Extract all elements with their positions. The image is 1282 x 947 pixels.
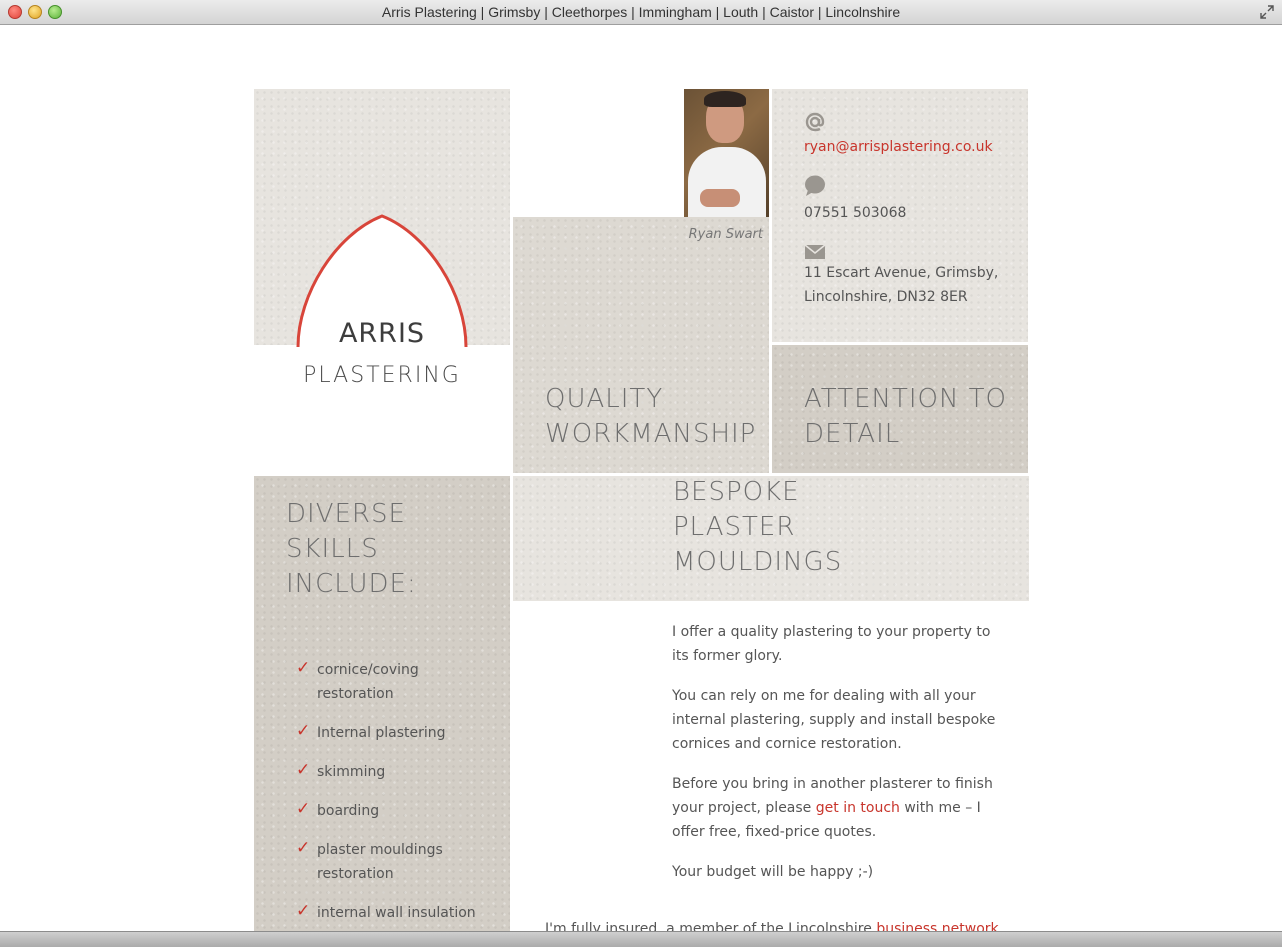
- skill-label: Internal plastering: [317, 725, 446, 741]
- bespoke-heading: BESPOKE PLASTER MOULDINGS: [673, 475, 973, 580]
- check-icon: ✓: [296, 838, 311, 858]
- check-icon: ✓: [296, 721, 311, 741]
- list-item: ✓ plaster mouldings restoration: [296, 838, 496, 886]
- list-item: ✓ internal wall insulation: [296, 901, 496, 925]
- bespoke-heading-line1: BESPOKE: [673, 477, 800, 507]
- intro-paragraph-2: You can rely on me for dealing with all …: [672, 688, 996, 752]
- list-item: ✓ skimming: [296, 760, 496, 784]
- skills-heading-line2: SKILLS: [286, 534, 379, 564]
- title-bar: Arris Plastering | Grimsby | Cleethorpes…: [0, 0, 1282, 25]
- quality-heading-line1: QUALITY: [545, 384, 664, 414]
- skill-label: boarding: [317, 803, 380, 819]
- quality-heading: QUALITY WORKMANSHIP: [545, 382, 775, 452]
- window-title: Arris Plastering | Grimsby | Cleethorpes…: [381, 4, 901, 20]
- speech-bubble-icon: [805, 175, 825, 196]
- list-item: ✓ cornice/coving restoration: [296, 658, 496, 706]
- skill-label: internal wall insulation: [317, 905, 476, 921]
- browser-window: Arris Plastering | Grimsby | Cleethorpes…: [0, 0, 1282, 947]
- intro-paragraph-1: I offer a quality plastering to your pro…: [672, 624, 991, 664]
- skills-heading-line1: DIVERSE: [286, 499, 406, 529]
- attention-heading-line1: ATTENTION TO: [804, 384, 1008, 414]
- list-item: ✓ Internal plastering: [296, 721, 496, 745]
- check-icon: ✓: [296, 658, 311, 678]
- bespoke-heading-line2: PLASTER: [673, 512, 796, 542]
- logo-wordmark-plastering: PLASTERING: [303, 363, 461, 388]
- intro-paragraph-4: Your budget will be happy ;-): [672, 864, 874, 880]
- quality-heading-line2: WORKMANSHIP: [545, 419, 757, 449]
- skills-heading: DIVERSE SKILLS INCLUDE:: [286, 497, 486, 602]
- skill-label: plaster mouldings restoration: [317, 842, 443, 882]
- check-icon: ✓: [296, 901, 311, 921]
- logo-wordmark-arris: ARRIS: [338, 318, 426, 349]
- intro-copy: I offer a quality plastering to your pro…: [672, 620, 1002, 900]
- at-icon: [805, 112, 825, 132]
- bespoke-heading-line3: MOULDINGS: [673, 547, 843, 577]
- photo-caption: Ryan Swart: [688, 227, 763, 242]
- skills-list: ✓ cornice/coving restoration ✓ Internal pl…: [296, 658, 496, 940]
- get-in-touch-link[interactable]: get in touch: [816, 800, 900, 816]
- intro-paragraph-3: Before you bring in another plasterer to…: [672, 776, 993, 840]
- email-link[interactable]: ryan@arrisplastering.co.uk: [804, 135, 993, 159]
- fullscreen-icon[interactable]: [1260, 5, 1274, 19]
- list-item: ✓ boarding: [296, 799, 496, 823]
- phone-number: 07551 503068: [804, 205, 907, 221]
- skills-heading-line3: INCLUDE:: [286, 569, 417, 599]
- window-bottom-bar: [0, 931, 1282, 947]
- attention-heading: ATTENTION TO DETAIL: [804, 382, 1024, 452]
- check-icon: ✓: [296, 760, 311, 780]
- check-icon: ✓: [296, 799, 311, 819]
- envelope-icon: [804, 244, 826, 259]
- address-line2: Lincolnshire, DN32 8ER: [804, 289, 968, 305]
- ryan-swart-photo: [684, 89, 769, 217]
- skill-label: cornice/coving restoration: [317, 662, 419, 702]
- skill-label: skimming: [317, 764, 386, 780]
- address-line1: 11 Escart Avenue, Grimsby,: [804, 265, 999, 281]
- attention-heading-line2: DETAIL: [804, 419, 901, 449]
